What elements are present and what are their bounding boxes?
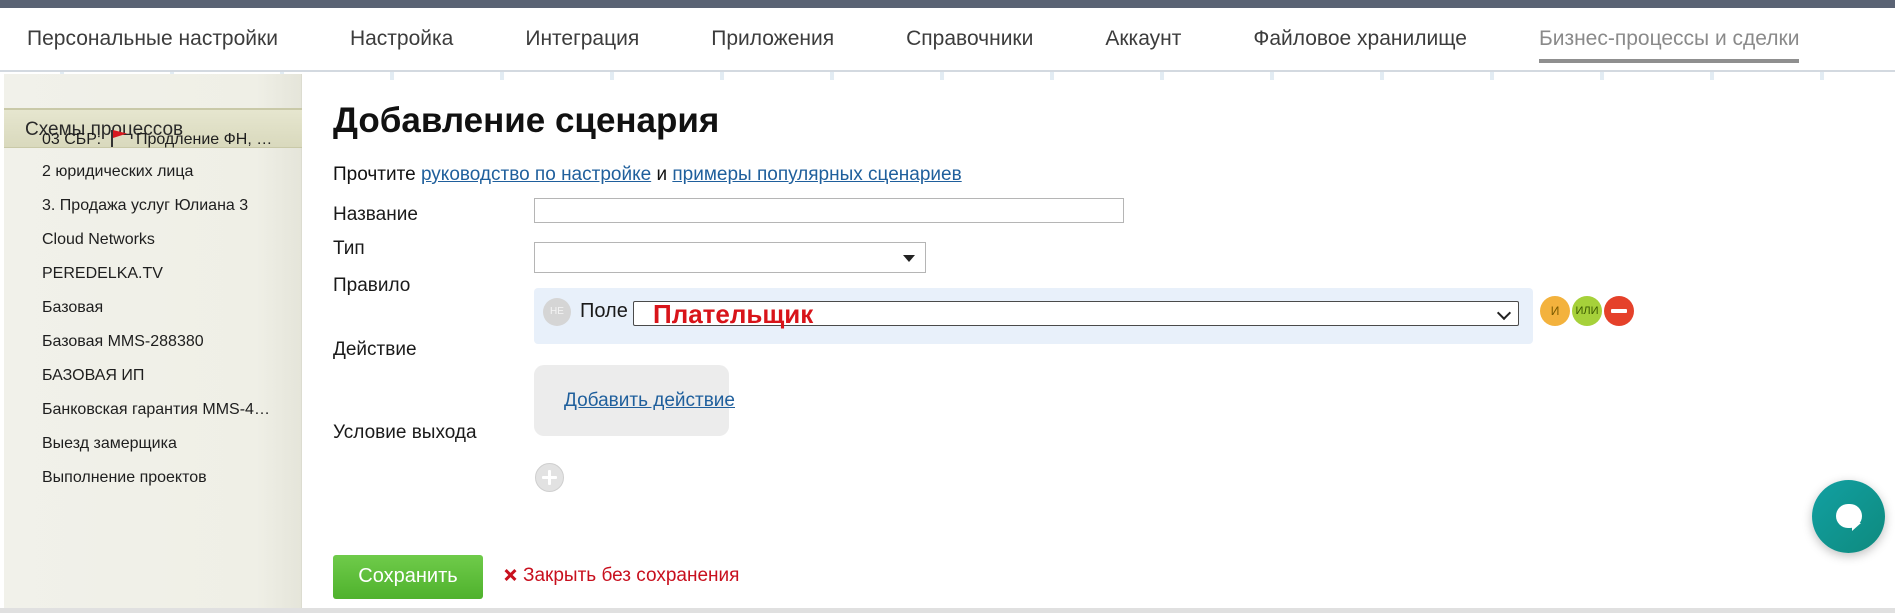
sidebar-item[interactable]: Выезд замерщика (42, 435, 284, 453)
save-button[interactable]: Сохранить (333, 555, 483, 599)
negate-button[interactable]: НЕ (543, 298, 571, 326)
sidebar-item[interactable]: Cloud Networks (42, 231, 284, 249)
rule-label: Правило (333, 275, 411, 296)
sidebar-item[interactable]: Базовая (42, 299, 284, 317)
nav-applications[interactable]: Приложения (711, 27, 834, 53)
red-flag-icon (110, 130, 127, 147)
nav-settings[interactable]: Настройка (350, 27, 453, 53)
name-label: Название (333, 204, 418, 225)
add-action-link[interactable]: Добавить действие (564, 390, 735, 412)
and-button[interactable]: И (1540, 296, 1570, 326)
name-input[interactable] (534, 198, 1124, 223)
sidebar-item[interactable]: Выполнение проектов (42, 469, 284, 487)
sidebar-item-label: Продление ФН, … (135, 131, 273, 148)
chat-bubble-icon[interactable] (1812, 480, 1885, 553)
sidebar-item[interactable]: 3. Продажа услуг Юлиана 3 (42, 197, 284, 215)
sidebar-item[interactable]: 03 СБР: Продление ФН, … (42, 129, 284, 149)
field-label: Поле (580, 300, 628, 322)
minus-circle-icon[interactable] (1604, 296, 1634, 326)
sidebar-item[interactable]: Базовая MMS-288380 (42, 333, 284, 351)
plus-circle-icon[interactable] (535, 463, 564, 492)
close-icon (503, 568, 517, 582)
intro-text: Прочтите руководство по настройке и прим… (333, 164, 962, 186)
or-button[interactable]: ИЛИ (1572, 296, 1602, 326)
nav-account[interactable]: Аккаунт (1105, 27, 1181, 53)
nav-integration[interactable]: Интеграция (525, 27, 639, 53)
field-select-value: Плательщик (653, 299, 814, 329)
add-action-box: Добавить действие (534, 365, 735, 436)
intro-middle: и (656, 164, 668, 185)
close-without-saving-label: Закрыть без сохранения (523, 565, 740, 586)
top-accent-strip (0, 0, 1895, 8)
sidebar-item[interactable]: PEREDELKA.TV (42, 265, 284, 283)
type-select[interactable] (534, 242, 926, 273)
nav-personal-settings[interactable]: Персональные настройки (27, 27, 278, 53)
type-label: Тип (333, 238, 365, 259)
setup-guide-link[interactable]: руководство по настройке (421, 164, 651, 185)
sidebar: Схемы процессов 03 СБР: Продление ФН, … … (4, 74, 302, 613)
field-select[interactable]: Плательщик (633, 299, 1519, 329)
close-without-saving-link[interactable]: Закрыть без сохранения (503, 565, 739, 587)
nav-file-storage[interactable]: Файловое хранилище (1253, 27, 1467, 53)
intro-prefix: Прочтите (333, 164, 416, 185)
top-navigation: Персональные настройки Настройка Интегра… (0, 8, 1895, 80)
main-content: Добавление сценария Прочтите руководство… (302, 74, 1895, 613)
sidebar-item[interactable]: Банковская гарантия MMS-4… (42, 401, 284, 419)
nav-business-processes[interactable]: Бизнес-процессы и сделки (1538, 27, 1799, 63)
exit-condition-label: Условие выхода (333, 422, 477, 443)
bottom-strip (0, 608, 1895, 613)
rule-condition-box: НЕ Поле Плательщик (534, 288, 1533, 344)
action-label: Действие (333, 339, 417, 360)
sidebar-item[interactable]: 2 юридических лица (42, 163, 284, 181)
top-nav-list: Персональные настройки Настройка Интегра… (0, 8, 1871, 72)
chevron-down-icon (1496, 305, 1512, 321)
sidebar-item[interactable]: БАЗОВАЯ ИП (42, 367, 284, 385)
page-title: Добавление сценария (333, 101, 720, 140)
popular-scenarios-link[interactable]: примеры популярных сценариев (672, 164, 961, 185)
sidebar-item-label: 03 СБР: (42, 131, 102, 148)
nav-directories[interactable]: Справочники (906, 27, 1033, 53)
caret-down-icon (903, 255, 915, 262)
